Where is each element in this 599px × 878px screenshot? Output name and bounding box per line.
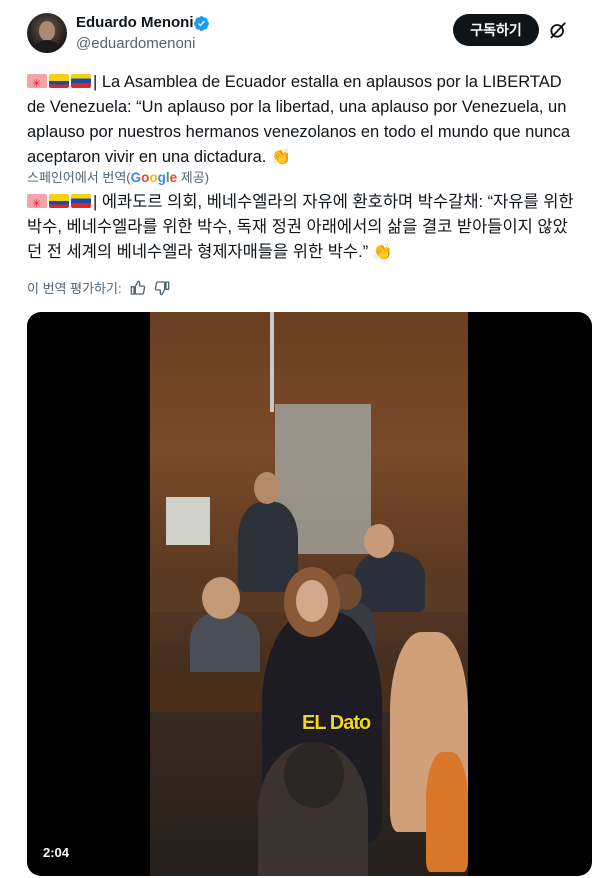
venezuela-flag-icon	[71, 194, 91, 208]
rate-translation: 이 번역 평가하기:	[27, 278, 170, 297]
tweet-header: Eduardo Menoni @eduardomenoni 구독하기	[0, 0, 599, 62]
video-duration: 2:04	[37, 842, 76, 863]
venezuela-flag-icon	[71, 74, 91, 88]
google-logo: Google	[130, 170, 178, 185]
video-watermark: EL Dato	[302, 712, 371, 734]
original-text-body: | La Asamblea de Ecuador estalla en apla…	[27, 73, 571, 166]
tweet-translated-text: | 에콰도르 의회, 베네수엘라의 자유에 환호하며 박수갈채: “자유를 위한…	[27, 190, 577, 265]
translated-by-note: 스페인어에서 번역(Google 제공)	[27, 170, 210, 185]
thumbs-up-icon[interactable]	[130, 280, 146, 296]
video-frame: EL Dato	[150, 312, 468, 876]
author-name[interactable]: Eduardo Menoni	[76, 14, 194, 31]
ecuador-flag-icon	[49, 194, 69, 208]
video-player[interactable]: EL Dato 2:04	[27, 312, 592, 876]
thumbs-down-icon[interactable]	[154, 280, 170, 296]
subscribe-button[interactable]: 구독하기	[453, 14, 539, 46]
verified-badge-icon	[194, 16, 209, 31]
avatar[interactable]	[27, 13, 67, 53]
author-handle[interactable]: @eduardomenoni	[76, 35, 195, 52]
rate-translation-label: 이 번역 평가하기:	[27, 281, 122, 296]
grok-icon[interactable]	[548, 20, 568, 40]
ecuador-flag-icon	[49, 74, 69, 88]
flag-emoji-icon	[27, 74, 47, 88]
tweet-original-text: | La Asamblea de Ecuador estalla en apla…	[27, 70, 577, 170]
clapping-hands-icon: 👏	[271, 149, 291, 166]
flag-emoji-icon	[27, 194, 47, 208]
translated-text-body: | 에콰도르 의회, 베네수엘라의 자유에 환호하며 박수갈채: “자유를 위한…	[27, 193, 574, 261]
clapping-hands-icon: 👏	[372, 244, 393, 261]
